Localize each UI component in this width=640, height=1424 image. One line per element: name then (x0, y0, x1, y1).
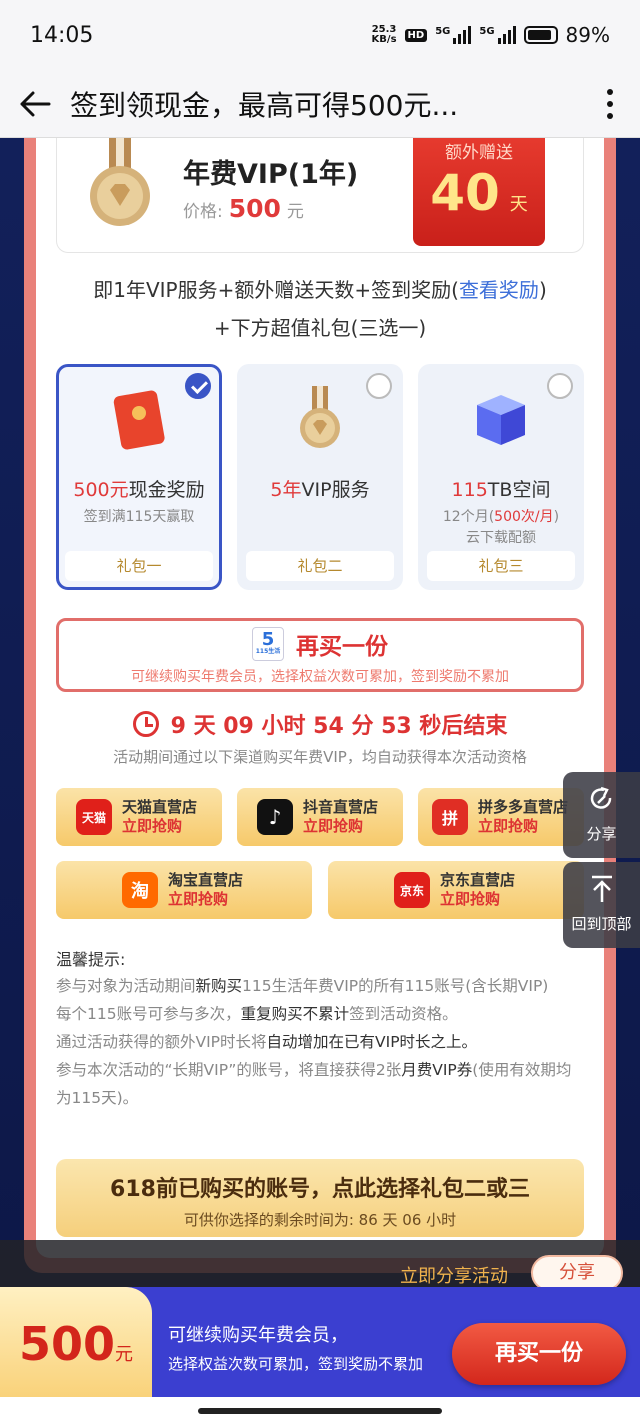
clock-icon (132, 711, 159, 737)
back-to-top-icon (592, 875, 612, 902)
check-icon (185, 373, 211, 399)
home-indicator[interactable] (198, 1408, 442, 1414)
buy-again-cta-button[interactable]: 再买一份 (452, 1323, 626, 1385)
signal-icon: 5G (479, 26, 516, 44)
view-reward-link[interactable]: 查看奖励 (459, 278, 539, 302)
price-value: 500 (228, 194, 281, 223)
countdown: 9 天 09 小时 54 分 53 秒后结束 (36, 708, 604, 740)
bottom-info-line-2: 选择权益次数可累加，签到奖励不累加 (168, 1355, 424, 1373)
more-options-icon[interactable] (580, 70, 640, 138)
activity-card: 年费VIP(1年) 价格: 500 元 额外赠送 40 天 即1年VIP服务+额… (36, 138, 604, 1258)
signal-icon: 5G (435, 26, 472, 44)
store-jd-button[interactable]: 京东 京东直营店 立即抢购 (328, 861, 584, 919)
store-douyin-button[interactable]: ♪ 抖音直营店 立即抢购 (237, 788, 403, 846)
vip-product-box: 年费VIP(1年) 价格: 500 元 额外赠送 40 天 (56, 138, 584, 253)
hd-badge: HD (404, 28, 428, 42)
share-activity-text[interactable]: 立即分享活动 (400, 1262, 508, 1288)
pre-618-select-button[interactable]: 618前已购买的账号，点此选择礼包二或三 可供你选择的剩余时间为: 86 天 0… (56, 1159, 584, 1237)
tmall-icon: 天猫 (76, 799, 112, 835)
status-time: 14:05 (30, 22, 94, 48)
nav-bar: 签到领现金，最高可得500元... (0, 70, 640, 138)
bottom-price: 500 元 (0, 1287, 152, 1397)
medal-icon (90, 138, 150, 226)
brand-logo-icon: 5 115生活 (252, 627, 284, 661)
share-icon (590, 786, 612, 809)
package-label: 礼包三 (427, 551, 575, 581)
pinduoduo-icon: 拼 (432, 799, 468, 835)
side-back-to-top-button[interactable]: 回到顶部 (563, 862, 640, 948)
bottom-info-line-1: 可继续购买年费会员， (168, 1325, 348, 1346)
tips-text: 参与对象为活动期间新购买115生活年费VIP的所有115账号(含长期VIP) 每… (56, 977, 572, 1107)
price-line: 价格: 500 元 (183, 194, 304, 223)
bottom-purchase-bar: 500 元 可继续购买年费会员， 选择权益次数可累加，签到奖励不累加 再买一份 (0, 1287, 640, 1397)
side-share-button[interactable]: 分享 (563, 772, 640, 858)
benefit-description: 即1年VIP服务+额外赠送天数+签到奖励(查看奖励) (93, 278, 547, 302)
douyin-icon: ♪ (257, 799, 293, 835)
red-envelope-icon (113, 390, 165, 450)
package-option-2[interactable]: 5年VIP服务 礼包二 (237, 364, 403, 590)
back-arrow-icon[interactable] (0, 70, 70, 138)
bonus-tag: 额外赠送 40 天 (413, 138, 545, 246)
taobao-icon: 淘 (122, 872, 158, 908)
package-label: 礼包二 (246, 551, 394, 581)
jd-icon: 京东 (394, 872, 430, 908)
radio-icon (547, 373, 573, 399)
page-title: 签到领现金，最高可得500元... (70, 88, 459, 122)
status-bar: 14:05 25.3 KB/s HD 5G 5G 89% (0, 0, 640, 70)
radio-icon (366, 373, 392, 399)
battery-icon (523, 26, 558, 44)
bonus-days: 40 (430, 164, 500, 222)
network-speed: 25.3 KB/s (371, 24, 397, 45)
package-option-1[interactable]: 500元现金奖励 签到满115天赢取 礼包一 (56, 364, 222, 590)
gesture-bar (0, 1397, 640, 1424)
store-pinduoduo-button[interactable]: 拼 拼多多直营店 立即抢购 (418, 788, 584, 846)
buy-again-button[interactable]: 5 115生活 再买一份 可继续购买年费会员，选择权益次数可累加，签到奖励不累加 (56, 618, 584, 692)
battery-percent: 89% (565, 23, 610, 47)
channel-note: 活动期间通过以下渠道购买年费VIP，均自动获得本次活动资格 (113, 748, 527, 766)
cube-icon (477, 395, 525, 445)
medal-icon (300, 386, 340, 448)
vip-title: 年费VIP(1年) (183, 159, 359, 190)
package-option-3[interactable]: 115TB空间 12个月(500次/月) 云下载配额 礼包三 (418, 364, 584, 590)
status-icons: 25.3 KB/s HD 5G 5G 89% (372, 23, 610, 47)
tips-title: 温馨提示: (56, 950, 126, 969)
package-label: 礼包一 (65, 551, 213, 581)
benefit-description-2: +下方超值礼包(三选一) (213, 316, 427, 340)
store-tmall-button[interactable]: 天猫 天猫直营店 立即抢购 (56, 788, 222, 846)
store-taobao-button[interactable]: 淘 淘宝直营店 立即抢购 (56, 861, 312, 919)
share-button[interactable]: 分享 (531, 1255, 623, 1291)
